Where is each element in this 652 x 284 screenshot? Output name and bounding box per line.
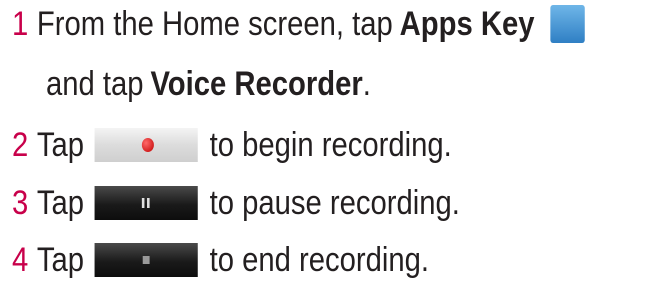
step-text: to pause recording. [209, 184, 460, 222]
step-3: 3 Tap to pause recording. [12, 183, 460, 223]
step-number: 3 [12, 184, 29, 222]
step-4: 4 Tap to end recording. [12, 240, 429, 280]
pause-button-icon [94, 186, 198, 220]
step-text: From the Home screen, tap [36, 5, 393, 43]
instructions-page: 1 From the Home screen, tap Apps Key and… [0, 0, 652, 284]
step-text: and tap [46, 65, 144, 103]
step-text: to end recording. [209, 241, 430, 279]
step-text: to begin recording. [209, 126, 452, 164]
step-1: 1 From the Home screen, tap Apps Key [12, 4, 585, 44]
step-2: 2 Tap to begin recording. [12, 125, 452, 165]
step-text: Tap [36, 241, 85, 279]
step-number: 2 [12, 126, 29, 164]
record-button-icon [94, 128, 198, 162]
apps-key-label: Apps Key [399, 5, 535, 43]
step-text: Tap [36, 126, 85, 164]
step-number: 4 [12, 241, 29, 279]
step-text: . [362, 65, 371, 103]
stop-button-icon [94, 243, 198, 277]
step-1-continued: and tap Voice Recorder . [46, 64, 371, 104]
apps-grid-icon [549, 5, 585, 43]
step-number: 1 [12, 5, 29, 43]
step-text: Tap [36, 184, 85, 222]
voice-recorder-label: Voice Recorder [150, 65, 363, 103]
